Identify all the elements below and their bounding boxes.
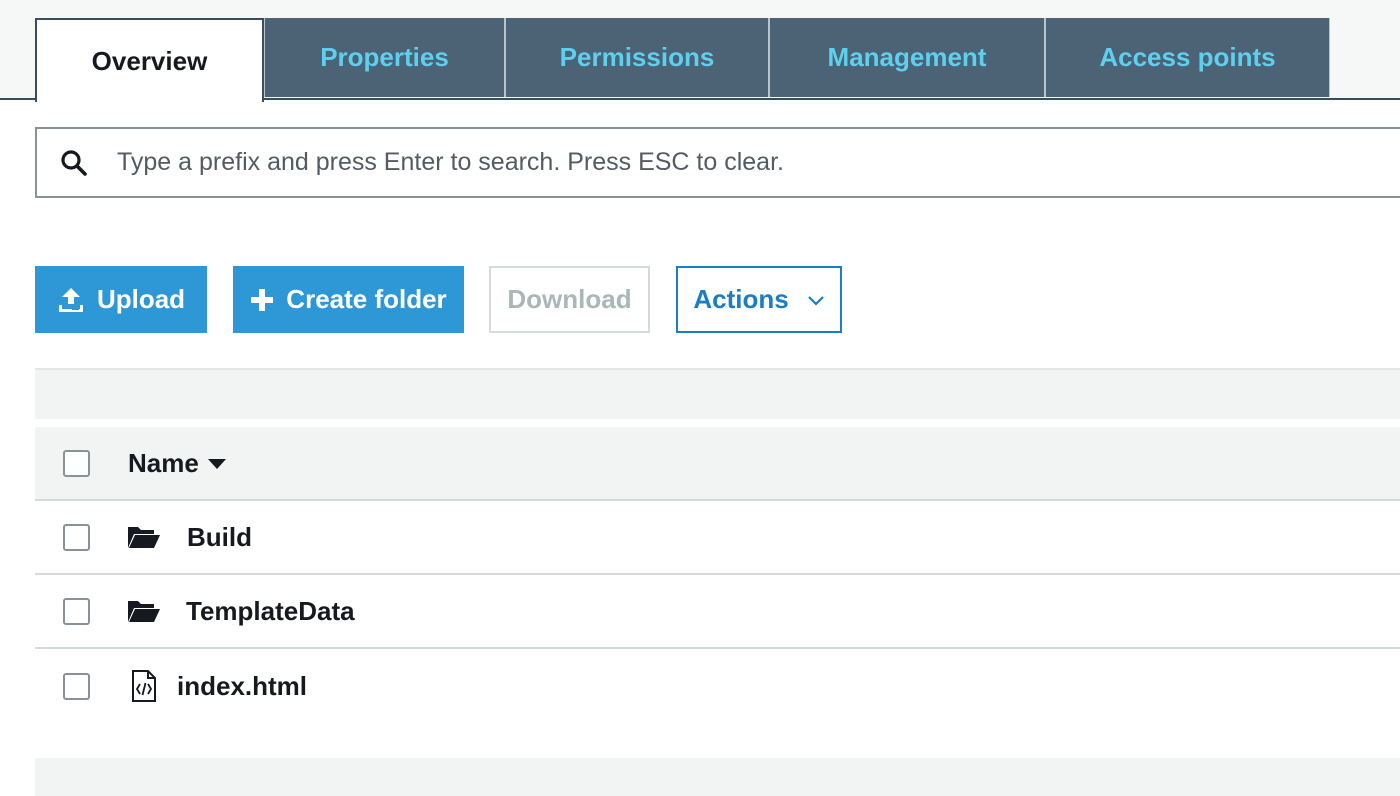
table-footer-band [35, 758, 1400, 796]
upload-button[interactable]: Upload [35, 266, 207, 333]
tab-properties[interactable]: Properties [264, 18, 505, 97]
table-row[interactable]: TemplateData [35, 575, 1400, 649]
tab-permissions[interactable]: Permissions [505, 18, 769, 97]
tab-management[interactable]: Management [769, 18, 1045, 97]
search-icon [59, 148, 89, 178]
folder-icon [127, 524, 161, 550]
tab-properties-label: Properties [320, 42, 449, 72]
plus-icon [250, 288, 274, 312]
actions-dropdown-button[interactable]: Actions [676, 266, 842, 333]
name-column-header[interactable]: Name [128, 448, 226, 479]
tab-access-points-label: Access points [1099, 42, 1276, 72]
tab-overview-label: Overview [91, 45, 208, 76]
search-input[interactable] [117, 148, 1317, 177]
download-button[interactable]: Download [489, 266, 650, 333]
table-header: Name [35, 427, 1400, 501]
create-folder-button-label: Create folder [286, 284, 447, 314]
sort-descending-icon [207, 459, 226, 469]
upload-icon [57, 286, 85, 314]
object-name[interactable]: index.html [177, 671, 307, 702]
create-folder-button[interactable]: Create folder [233, 266, 464, 333]
table-row[interactable]: Build [35, 501, 1400, 575]
name-column-label: Name [128, 447, 199, 478]
table-row[interactable]: index.html [35, 649, 1400, 723]
object-name[interactable]: Build [187, 522, 252, 553]
chevron-down-icon [807, 294, 825, 306]
search-bar[interactable] [35, 127, 1400, 198]
select-all-checkbox[interactable] [63, 449, 90, 477]
download-button-label: Download [507, 284, 632, 314]
row-checkbox[interactable] [63, 523, 90, 551]
tab-access-points[interactable]: Access points [1045, 18, 1330, 97]
actions-button-label: Actions [693, 284, 789, 314]
html-file-icon [131, 670, 157, 702]
table-toolbar-band [35, 368, 1400, 419]
row-checkbox[interactable] [63, 672, 90, 700]
tab-management-label: Management [827, 42, 987, 72]
object-name[interactable]: TemplateData [186, 596, 355, 627]
upload-button-label: Upload [96, 284, 186, 314]
tab-permissions-label: Permissions [559, 42, 715, 72]
row-checkbox[interactable] [63, 597, 90, 625]
tab-overview[interactable]: Overview [35, 18, 264, 102]
folder-icon [127, 598, 161, 624]
